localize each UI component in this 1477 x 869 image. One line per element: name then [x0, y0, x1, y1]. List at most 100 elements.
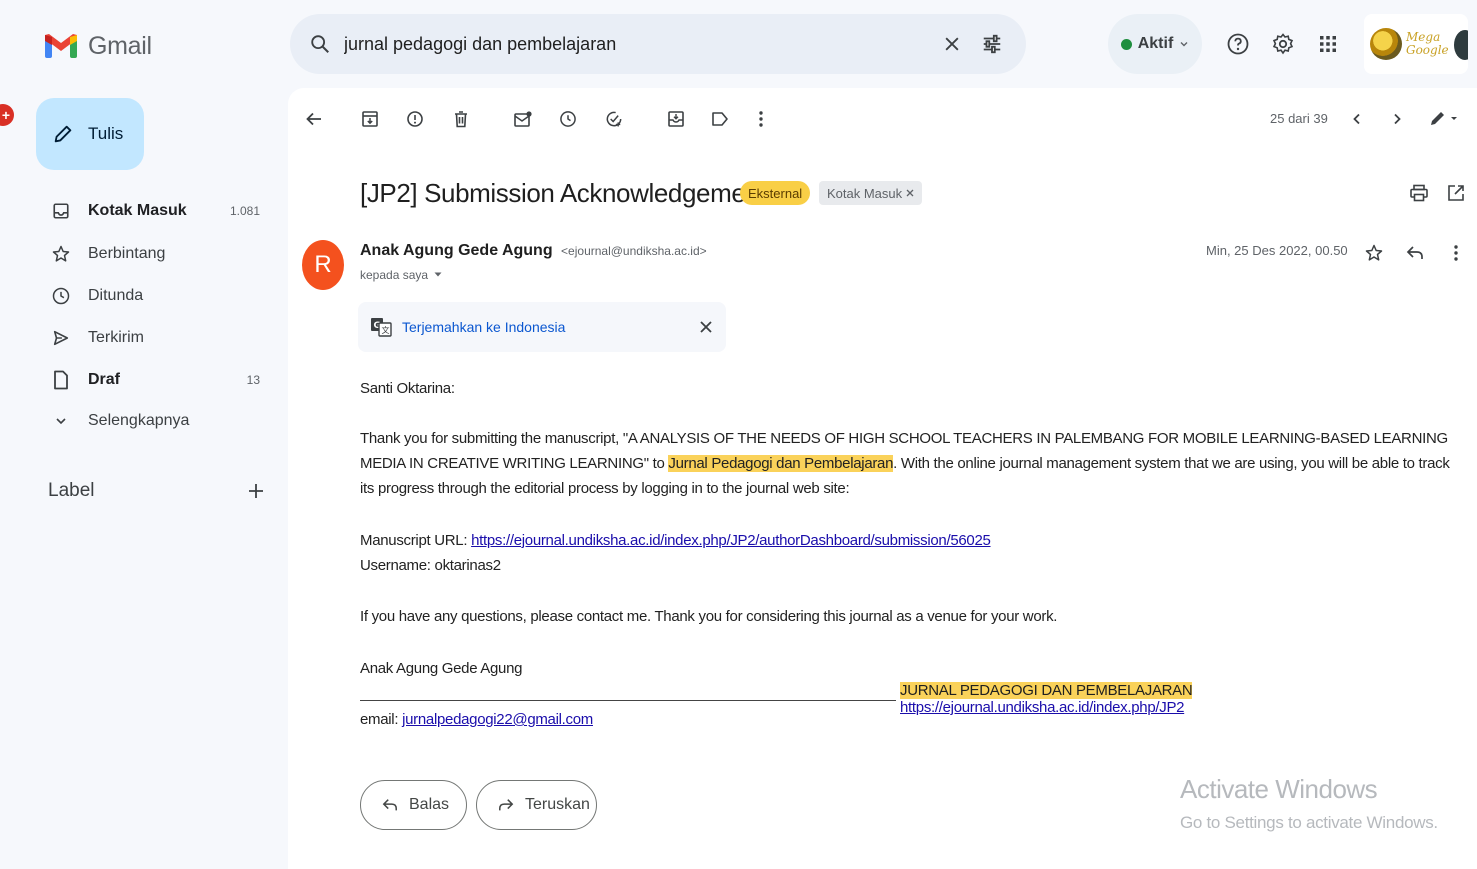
forward-icon	[497, 797, 515, 813]
clear-search-icon[interactable]	[932, 24, 972, 64]
gear-icon[interactable]	[1263, 24, 1303, 64]
input-tools-icon[interactable]	[1424, 104, 1464, 134]
external-label-chip[interactable]: Eksternal	[740, 181, 811, 205]
clock-icon	[50, 285, 72, 307]
reply-icon	[381, 797, 399, 813]
email-paragraph-3: If you have any questions, please contac…	[360, 608, 1058, 625]
status-dot	[1120, 38, 1132, 50]
sidebar-item-label: Draf	[88, 371, 121, 388]
sidebar-item-label: Ditunda	[88, 287, 144, 304]
file-icon	[50, 369, 72, 391]
forward-button[interactable]: Teruskan	[476, 780, 597, 830]
reply-button[interactable]: Balas	[360, 780, 467, 830]
sender-name[interactable]: Anak Agung Gede Agung	[360, 242, 553, 259]
chip-label: Kotak Masuk	[827, 185, 903, 201]
print-icon[interactable]	[1404, 178, 1434, 208]
chevron-down-icon	[1179, 39, 1189, 49]
send-icon	[50, 327, 72, 349]
back-arrow-icon[interactable]	[299, 104, 329, 134]
mark-unread-icon[interactable]	[508, 104, 538, 134]
report-spam-icon[interactable]	[400, 104, 430, 134]
draft-count: 13	[246, 373, 260, 387]
contact-email-line: email: jurnalpedagogi22@gmail.com	[360, 707, 593, 732]
email-label: email:	[360, 711, 403, 728]
sidebar-item-more[interactable]: Selengkapnya	[40, 402, 276, 440]
email-greeting: Santi Oktarina:	[360, 380, 455, 397]
snooze-icon[interactable]	[553, 104, 583, 134]
compose-label: Tulis	[88, 124, 124, 143]
inbox-label-chip[interactable]: Kotak Masuk	[819, 181, 923, 205]
compose-button[interactable]: Tulis	[36, 98, 144, 170]
recipient-label: kepada saya	[360, 268, 429, 282]
email-subject: [JP2] Submission Acknowledgement	[360, 178, 767, 208]
journal-url-link[interactable]: https://ejournal.undiksha.ac.id/index.ph…	[900, 699, 1185, 716]
journal-name-highlight: Jurnal Pedagogi dan Pembelajaran	[668, 455, 894, 472]
add-label-icon[interactable]	[243, 478, 269, 504]
recipient-details[interactable]: kepada saya	[360, 268, 442, 282]
trash-icon[interactable]	[446, 104, 476, 134]
journal-title-highlight: JURNAL PEDAGOGI DAN PEMBELAJARAN	[900, 682, 1193, 699]
manuscript-url-line: Manuscript URL: https://ejournal.undiksh…	[360, 528, 991, 553]
reply-label: Balas	[409, 796, 450, 813]
translate-icon: G文	[370, 317, 392, 337]
translate-banner: G文 Terjemahkan ke Indonesia	[358, 302, 726, 352]
app-name: Gmail	[88, 31, 152, 60]
label-icon[interactable]	[705, 104, 735, 134]
contact-email-link[interactable]: jurnalpedagogi22@gmail.com	[402, 711, 593, 728]
svg-text:文: 文	[382, 325, 390, 335]
translate-link[interactable]: Terjemahkan ke Indonesia	[402, 319, 686, 335]
move-to-icon[interactable]	[661, 104, 691, 134]
reply-icon[interactable]	[1400, 238, 1430, 268]
email-paragraph-1: Thank you for submitting the manuscript,…	[360, 426, 1460, 501]
close-icon[interactable]	[686, 307, 726, 347]
inbox-icon	[50, 200, 72, 222]
sidebar-item-inbox[interactable]: Kotak Masuk 1.081	[40, 192, 276, 230]
account-switcher[interactable]: Mega Google	[1364, 14, 1468, 74]
chevron-down-icon	[50, 410, 72, 432]
sender-info: Anak Agung Gede Agung <ejournal@undiksha…	[360, 242, 707, 260]
sidebar-item-drafts[interactable]: Draf 13	[40, 361, 276, 399]
apps-grid-icon[interactable]	[1308, 24, 1348, 64]
sender-email: <ejournal@undiksha.ac.id>	[561, 244, 707, 258]
remove-label-icon[interactable]	[906, 189, 914, 197]
watermark-subtitle: Go to Settings to activate Windows.	[1180, 813, 1438, 832]
signature-name: Anak Agung Gede Agung	[360, 660, 523, 677]
search-options-icon[interactable]	[972, 24, 1012, 64]
sender-avatar[interactable]: R	[302, 240, 344, 290]
help-icon[interactable]	[1218, 24, 1258, 64]
more-vert-icon[interactable]	[1441, 238, 1471, 268]
activate-windows-watermark: Activate Windows Go to Settings to activ…	[1180, 774, 1438, 833]
more-vert-icon[interactable]	[746, 104, 776, 134]
caret-down-icon	[434, 272, 442, 278]
pagination-label: 25 dari 39	[1270, 111, 1328, 126]
search-input[interactable]	[344, 33, 932, 55]
url-label: Manuscript URL:	[360, 532, 472, 549]
sidebar-item-label: Terkirim	[88, 329, 144, 346]
watermark-title: Activate Windows	[1180, 774, 1378, 804]
manuscript-url-link[interactable]: https://ejournal.undiksha.ac.id/index.ph…	[471, 532, 991, 549]
account-logo	[1370, 28, 1402, 60]
notification-badge: +	[0, 104, 14, 126]
star-icon[interactable]	[1359, 238, 1389, 268]
open-in-new-window-icon[interactable]	[1441, 178, 1471, 208]
star-icon	[50, 243, 72, 265]
status-label: Aktif	[1137, 35, 1174, 52]
sidebar-item-starred[interactable]: Berbintang	[40, 235, 276, 273]
archive-icon[interactable]	[355, 104, 385, 134]
sidebar-item-label: Kotak Masuk	[88, 202, 187, 219]
account-logo-text: Mega Google	[1406, 30, 1449, 57]
chevron-right-icon[interactable]	[1382, 104, 1412, 134]
signature-divider	[360, 700, 896, 701]
search-bar[interactable]	[290, 14, 1026, 74]
add-task-icon[interactable]	[599, 104, 629, 134]
status-selector[interactable]: Aktif	[1108, 14, 1202, 74]
search-icon[interactable]	[300, 24, 340, 64]
unread-count: 1.081	[229, 204, 260, 218]
labels-heading: Label	[48, 480, 95, 501]
sidebar-item-sent[interactable]: Terkirim	[40, 319, 276, 357]
gmail-logo[interactable]: Gmail	[44, 26, 152, 66]
chevron-left-icon[interactable]	[1342, 104, 1372, 134]
sidebar-item-snoozed[interactable]: Ditunda	[40, 277, 276, 315]
pencil-icon	[52, 123, 74, 145]
forward-label: Teruskan	[525, 796, 590, 813]
